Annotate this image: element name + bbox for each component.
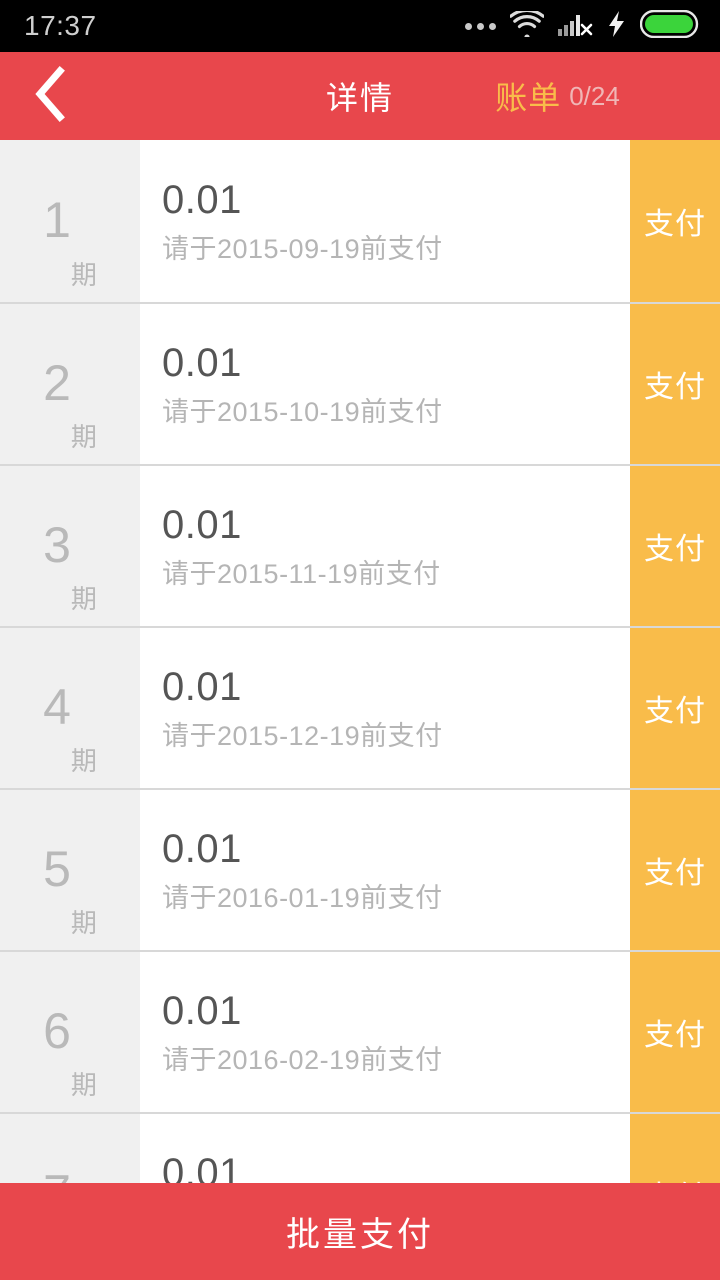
wifi-icon [509, 8, 545, 42]
tab-bill-count: 0/24 [569, 80, 620, 111]
status-time: 17:37 [24, 10, 97, 41]
row-period-unit: 期 [70, 908, 97, 938]
row-due-date: 请于2015-09-19前支付 [162, 233, 443, 264]
row-due-date: 请于2016-01-19前支付 [162, 882, 443, 913]
tab-bill[interactable]: 账单 0/24 [395, 52, 720, 140]
table-row[interactable]: 2 期 0.01 请于2015-10-19前支付 支付 [0, 302, 720, 464]
row-body: 0.01 请于2015-12-19前支付 [140, 628, 630, 788]
row-pay-button[interactable]: 支付 [630, 790, 720, 950]
app-screen: 17:37 详情 账单 0/24 1 期 0.01 请于2015-09-19前支… [0, 0, 720, 1280]
chevron-left-icon [33, 65, 67, 127]
more-dots-icon [465, 22, 496, 30]
table-row[interactable]: 5 期 0.01 请于2016-01-19前支付 支付 [0, 788, 720, 950]
row-body: 0.01 请于2015-10-19前支付 [140, 304, 630, 464]
batch-pay-button[interactable]: 批量支付 [0, 1183, 720, 1280]
table-row[interactable]: 6 期 0.01 请于2016-02-19前支付 支付 [0, 950, 720, 1112]
row-due-date: 请于2015-11-19前支付 [162, 558, 441, 589]
status-bar: 17:37 [0, 0, 720, 52]
row-period-unit: 期 [70, 584, 97, 614]
row-body: 0.01 请于2016-02-19前支付 [140, 952, 630, 1112]
row-amount: 0.01 [162, 988, 242, 1033]
row-due-date: 请于2015-12-19前支付 [162, 720, 443, 751]
row-period-unit: 期 [70, 746, 97, 776]
battery-full-icon [639, 9, 702, 43]
cellular-signal-no-service-icon [558, 11, 594, 42]
table-row[interactable]: 7 期 0.01 请于2016-03-19前支付 支付 [0, 1112, 720, 1183]
row-period-number: 7 [43, 1168, 71, 1183]
row-amount: 0.01 [162, 177, 242, 222]
row-body: 0.01 请于2015-09-19前支付 [140, 140, 630, 302]
row-period-unit: 期 [70, 422, 97, 452]
row-period-number: 1 [43, 192, 71, 248]
row-period: 6 期 [0, 952, 140, 1112]
row-period-number: 6 [43, 1003, 71, 1059]
row-period: 5 期 [0, 790, 140, 950]
row-amount: 0.01 [162, 502, 242, 547]
row-amount: 0.01 [162, 1150, 242, 1183]
row-period-unit: 期 [70, 260, 97, 290]
row-period-number: 2 [43, 355, 71, 411]
row-period: 2 期 [0, 304, 140, 464]
row-due-date: 请于2016-02-19前支付 [162, 1044, 443, 1075]
row-pay-button[interactable]: 支付 [630, 466, 720, 626]
row-period: 4 期 [0, 628, 140, 788]
row-amount: 0.01 [162, 826, 242, 871]
row-amount: 0.01 [162, 340, 242, 385]
table-row[interactable]: 1 期 0.01 请于2015-09-19前支付 支付 [0, 140, 720, 302]
row-body: 0.01 请于2016-01-19前支付 [140, 790, 630, 950]
row-pay-button[interactable]: 支付 [630, 628, 720, 788]
row-body: 0.01 请于2015-11-19前支付 [140, 466, 630, 626]
row-pay-button[interactable]: 支付 [630, 304, 720, 464]
row-body: 0.01 请于2016-03-19前支付 [140, 1114, 630, 1183]
charging-bolt-icon [608, 10, 626, 42]
row-period-number: 5 [43, 841, 71, 897]
row-pay-button[interactable]: 支付 [630, 140, 720, 302]
row-period: 7 期 [0, 1114, 140, 1183]
row-pay-button[interactable]: 支付 [630, 1114, 720, 1183]
row-period-unit: 期 [70, 1070, 97, 1100]
row-amount: 0.01 [162, 664, 242, 709]
table-row[interactable]: 4 期 0.01 请于2015-12-19前支付 支付 [0, 626, 720, 788]
table-row[interactable]: 3 期 0.01 请于2015-11-19前支付 支付 [0, 464, 720, 626]
row-period-number: 4 [43, 679, 71, 735]
tab-bill-label: 账单 [495, 80, 562, 116]
row-pay-button[interactable]: 支付 [630, 952, 720, 1112]
status-icons [465, 8, 702, 43]
row-period: 3 期 [0, 466, 140, 626]
row-period: 1 期 [0, 140, 140, 302]
row-due-date: 请于2015-10-19前支付 [162, 396, 443, 427]
row-period-number: 3 [43, 517, 71, 573]
back-button[interactable] [14, 52, 86, 140]
app-header: 详情 账单 0/24 [0, 52, 720, 192]
installment-list[interactable]: 1 期 0.01 请于2015-09-19前支付 支付 2 期 0.01 请于2… [0, 140, 720, 1183]
